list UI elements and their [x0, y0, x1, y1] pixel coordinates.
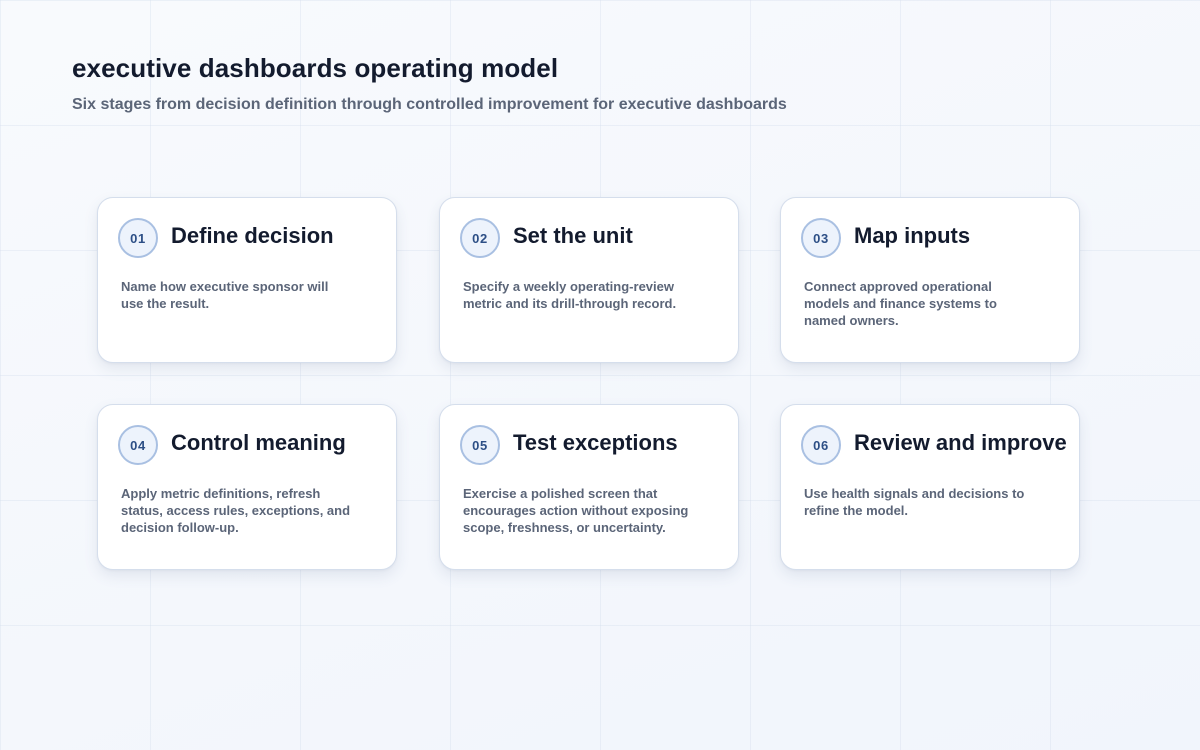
stage-description: Specify a weekly operating-review metric…	[463, 279, 677, 311]
stage-number-badge: 05	[460, 425, 500, 465]
stage-title: Map inputs	[854, 223, 971, 248]
stage-card-control-meaning: 04 Control meaning Apply metric definiti…	[97, 404, 397, 570]
stage-card-review-and-improve: 06 Review and improve Use health signals…	[780, 404, 1080, 570]
stage-title: Test exceptions	[513, 430, 678, 455]
stage-card-set-the-unit: 02 Set the unit Specify a weekly operati…	[439, 197, 739, 363]
stage-number-badge: 01	[118, 218, 158, 258]
stage-title: Control meaning	[171, 430, 346, 455]
page-title: executive dashboards operating model	[72, 53, 559, 83]
stage-description: Connect approved operational models and …	[804, 279, 997, 328]
stage-number-badge: 02	[460, 218, 500, 258]
page-header: executive dashboards operating model Six…	[72, 52, 1122, 116]
stage-title: Review and improve	[854, 430, 1067, 455]
stage-card-map-inputs: 03 Map inputs Connect approved operation…	[780, 197, 1080, 363]
stage-card-test-exceptions: 05 Test exceptions Exercise a polished s…	[439, 404, 739, 570]
stage-description: Exercise a polished screen that encourag…	[463, 486, 689, 535]
stage-description: Apply metric definitions, refresh status…	[121, 486, 351, 535]
stage-title: Set the unit	[513, 223, 633, 248]
stage-number-badge: 06	[801, 425, 841, 465]
page-subtitle: Six stages from decision definition thro…	[72, 96, 787, 113]
stage-description: Name how executive sponsor will use the …	[121, 279, 329, 311]
stage-title: Define decision	[171, 223, 334, 248]
stage-description: Use health signals and decisions to refi…	[804, 486, 1025, 518]
stage-card-define-decision: 01 Define decision Name how executive sp…	[97, 197, 397, 363]
stage-number-badge: 03	[801, 218, 841, 258]
stage-number-badge: 04	[118, 425, 158, 465]
